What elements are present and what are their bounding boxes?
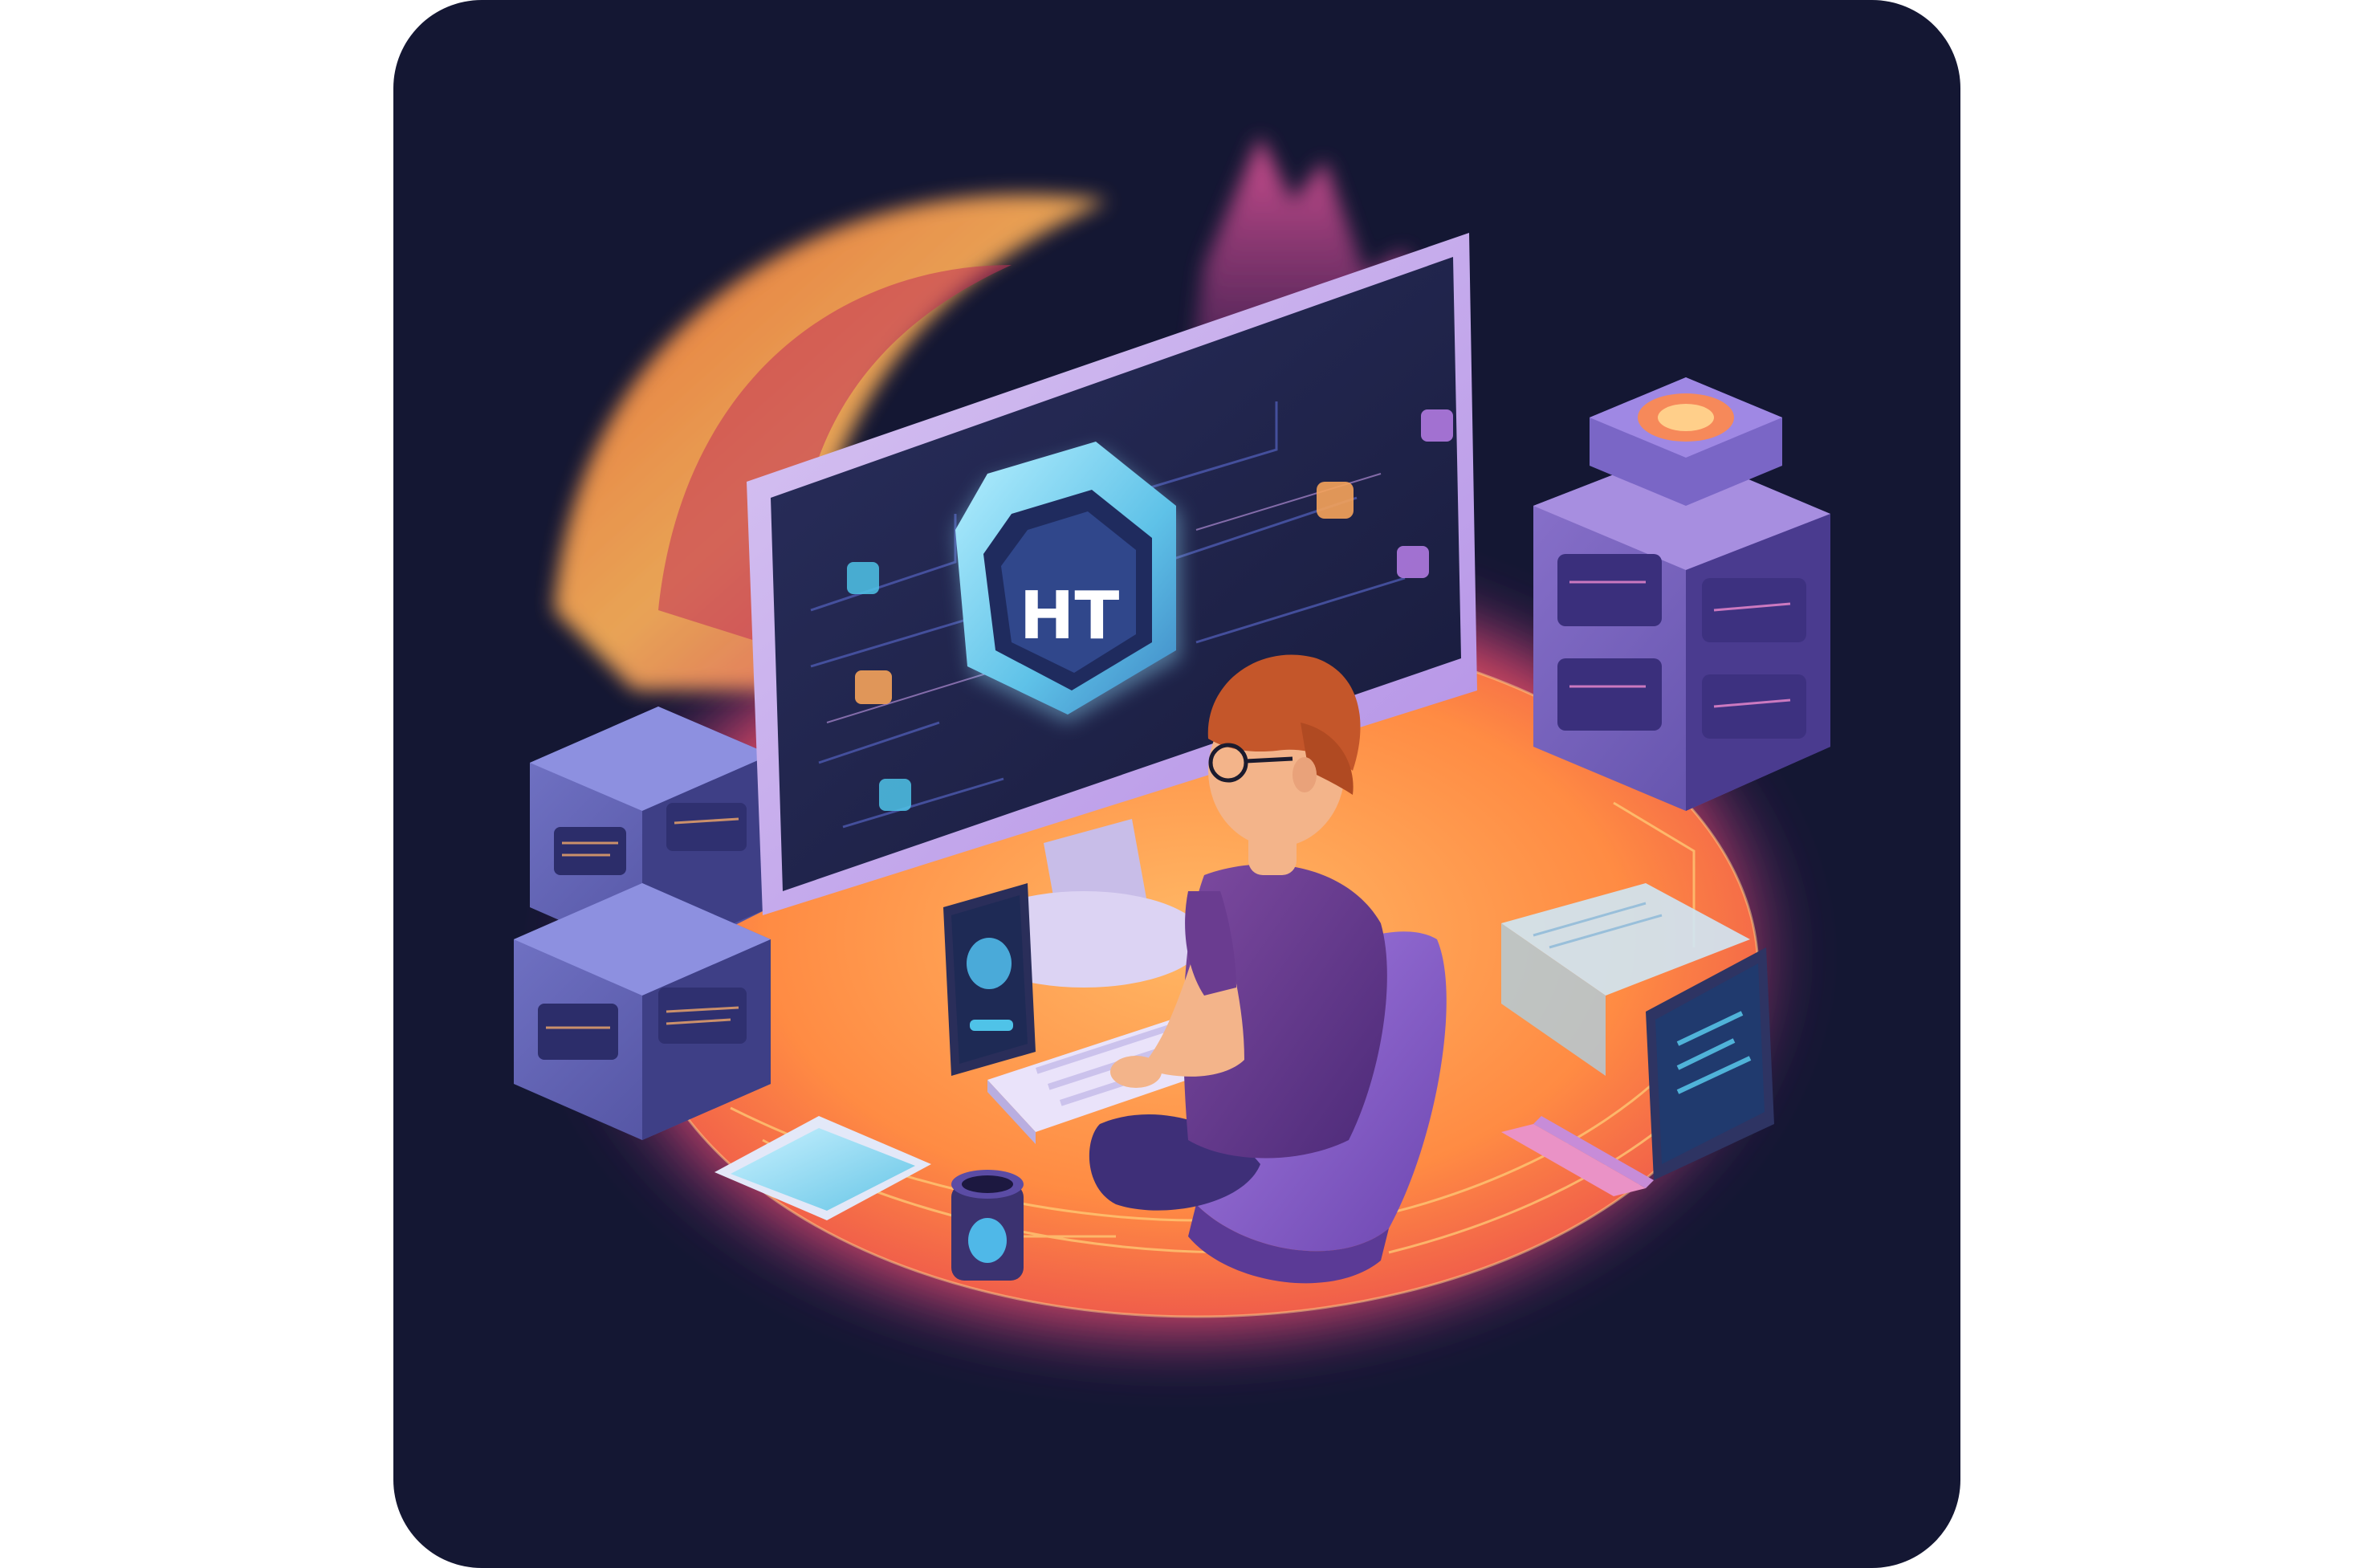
isometric-scene: HT [514, 136, 1830, 1373]
server-stack-icon [1533, 377, 1830, 811]
screen-node-icon [1397, 546, 1429, 578]
screen-node-icon [847, 562, 879, 594]
screen-node-icon [855, 670, 892, 704]
screen-node-icon [1421, 409, 1453, 442]
mug-icon [951, 1170, 1024, 1281]
badge-label: HT [1020, 578, 1120, 654]
screen-node-icon [1317, 482, 1354, 519]
illustration-card: HT [393, 0, 1960, 1568]
tablet-icon [943, 883, 1036, 1076]
screen-node-icon [879, 779, 911, 811]
